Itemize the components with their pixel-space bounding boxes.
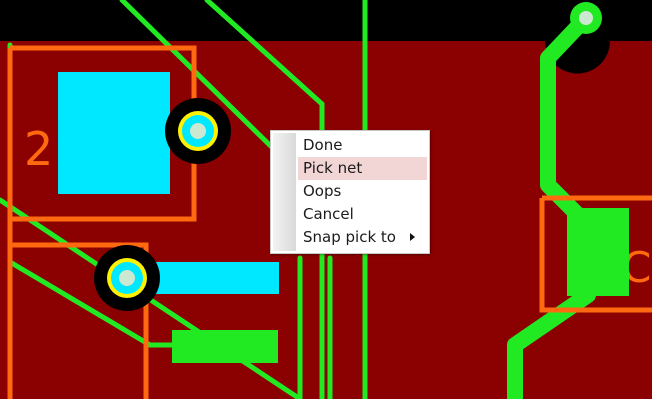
menu-item-label: Snap pick to [303, 228, 396, 246]
menu-item-oops[interactable]: Oops [298, 180, 427, 203]
menu-item-cancel[interactable]: Cancel [298, 203, 427, 226]
via-hole [190, 123, 206, 139]
menu-item-label: Oops [303, 182, 342, 200]
submenu-arrow-icon [410, 233, 415, 241]
via-hole [119, 270, 135, 286]
menu-item-snap-pick-to[interactable]: Snap pick to [298, 226, 427, 249]
menu-item-pick-net[interactable]: Pick net [298, 157, 427, 180]
menu-icon-gutter [273, 133, 296, 251]
menu-item-label: Pick net [303, 159, 363, 177]
menu-item-label: Done [303, 136, 343, 154]
smd-pad-right[interactable] [567, 208, 629, 296]
silkscreen-label-left: 2 [24, 122, 53, 176]
smd-pad-large[interactable] [58, 72, 170, 194]
via-hole [579, 11, 593, 25]
menu-item-label: Cancel [303, 205, 354, 223]
menu-item-done[interactable]: Done [298, 134, 427, 157]
smd-pad-green[interactable] [172, 330, 278, 363]
context-menu: Done Pick net Oops Cancel Snap pick to [270, 130, 430, 254]
